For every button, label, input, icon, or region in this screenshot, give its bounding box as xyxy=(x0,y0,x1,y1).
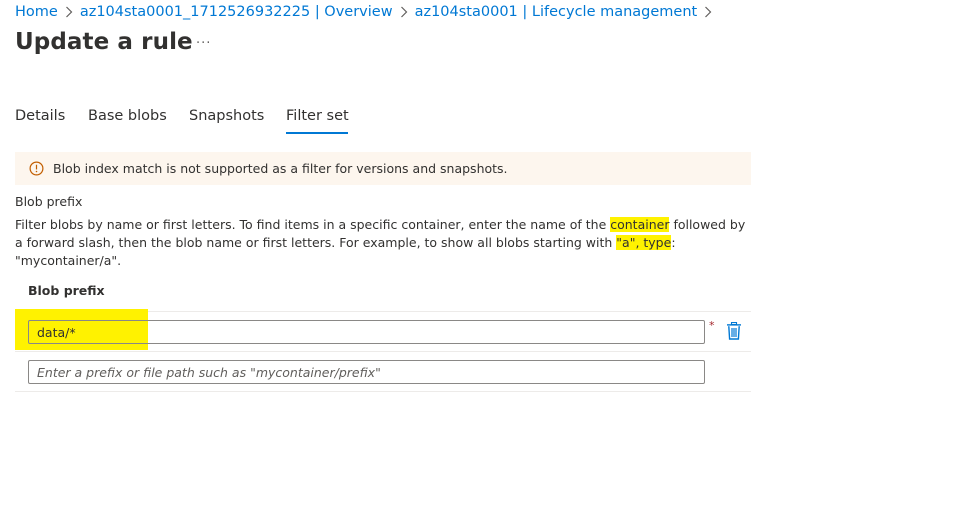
breadcrumb-home[interactable]: Home xyxy=(15,4,58,20)
blob-prefix-label: Blob prefix xyxy=(15,194,83,209)
table-row: * xyxy=(15,309,751,352)
column-header-label: Blob prefix xyxy=(28,283,105,298)
banner-text: Blob index match is not supported as a f… xyxy=(53,161,508,176)
page-title: Update a rule xyxy=(15,29,193,55)
table-row xyxy=(15,352,751,392)
delete-icon[interactable] xyxy=(726,321,742,340)
info-icon xyxy=(29,161,44,176)
blob-prefix-description: Filter blobs by name or first letters. T… xyxy=(15,216,755,270)
breadcrumb-overview[interactable]: az104sta0001_1712526932225 | Overview xyxy=(80,4,393,20)
tab-snapshots[interactable]: Snapshots xyxy=(189,108,264,124)
highlighted-text: "a", type xyxy=(616,235,672,250)
required-indicator: * xyxy=(709,319,715,332)
info-banner: Blob index match is not supported as a f… xyxy=(15,152,751,185)
more-options-icon[interactable]: ··· xyxy=(196,36,211,51)
breadcrumb: Home az104sta0001_1712526932225 | Overvi… xyxy=(15,2,719,22)
blob-prefix-column-header: Blob prefix xyxy=(15,283,751,312)
chevron-right-icon xyxy=(704,6,712,18)
blob-prefix-input[interactable] xyxy=(28,320,705,344)
chevron-right-icon xyxy=(65,6,73,18)
description-text: Filter blobs by name or first letters. T… xyxy=(15,217,611,232)
breadcrumb-lifecycle-management[interactable]: az104sta0001 | Lifecycle management xyxy=(415,4,698,20)
active-tab-indicator xyxy=(286,132,348,134)
highlighted-text: container xyxy=(610,217,670,232)
tab-details[interactable]: Details xyxy=(15,108,65,124)
chevron-right-icon xyxy=(400,6,408,18)
tab-filter-set[interactable]: Filter set xyxy=(286,108,349,124)
tab-base-blobs[interactable]: Base blobs xyxy=(88,108,167,124)
blob-prefix-new-input[interactable] xyxy=(28,360,705,384)
